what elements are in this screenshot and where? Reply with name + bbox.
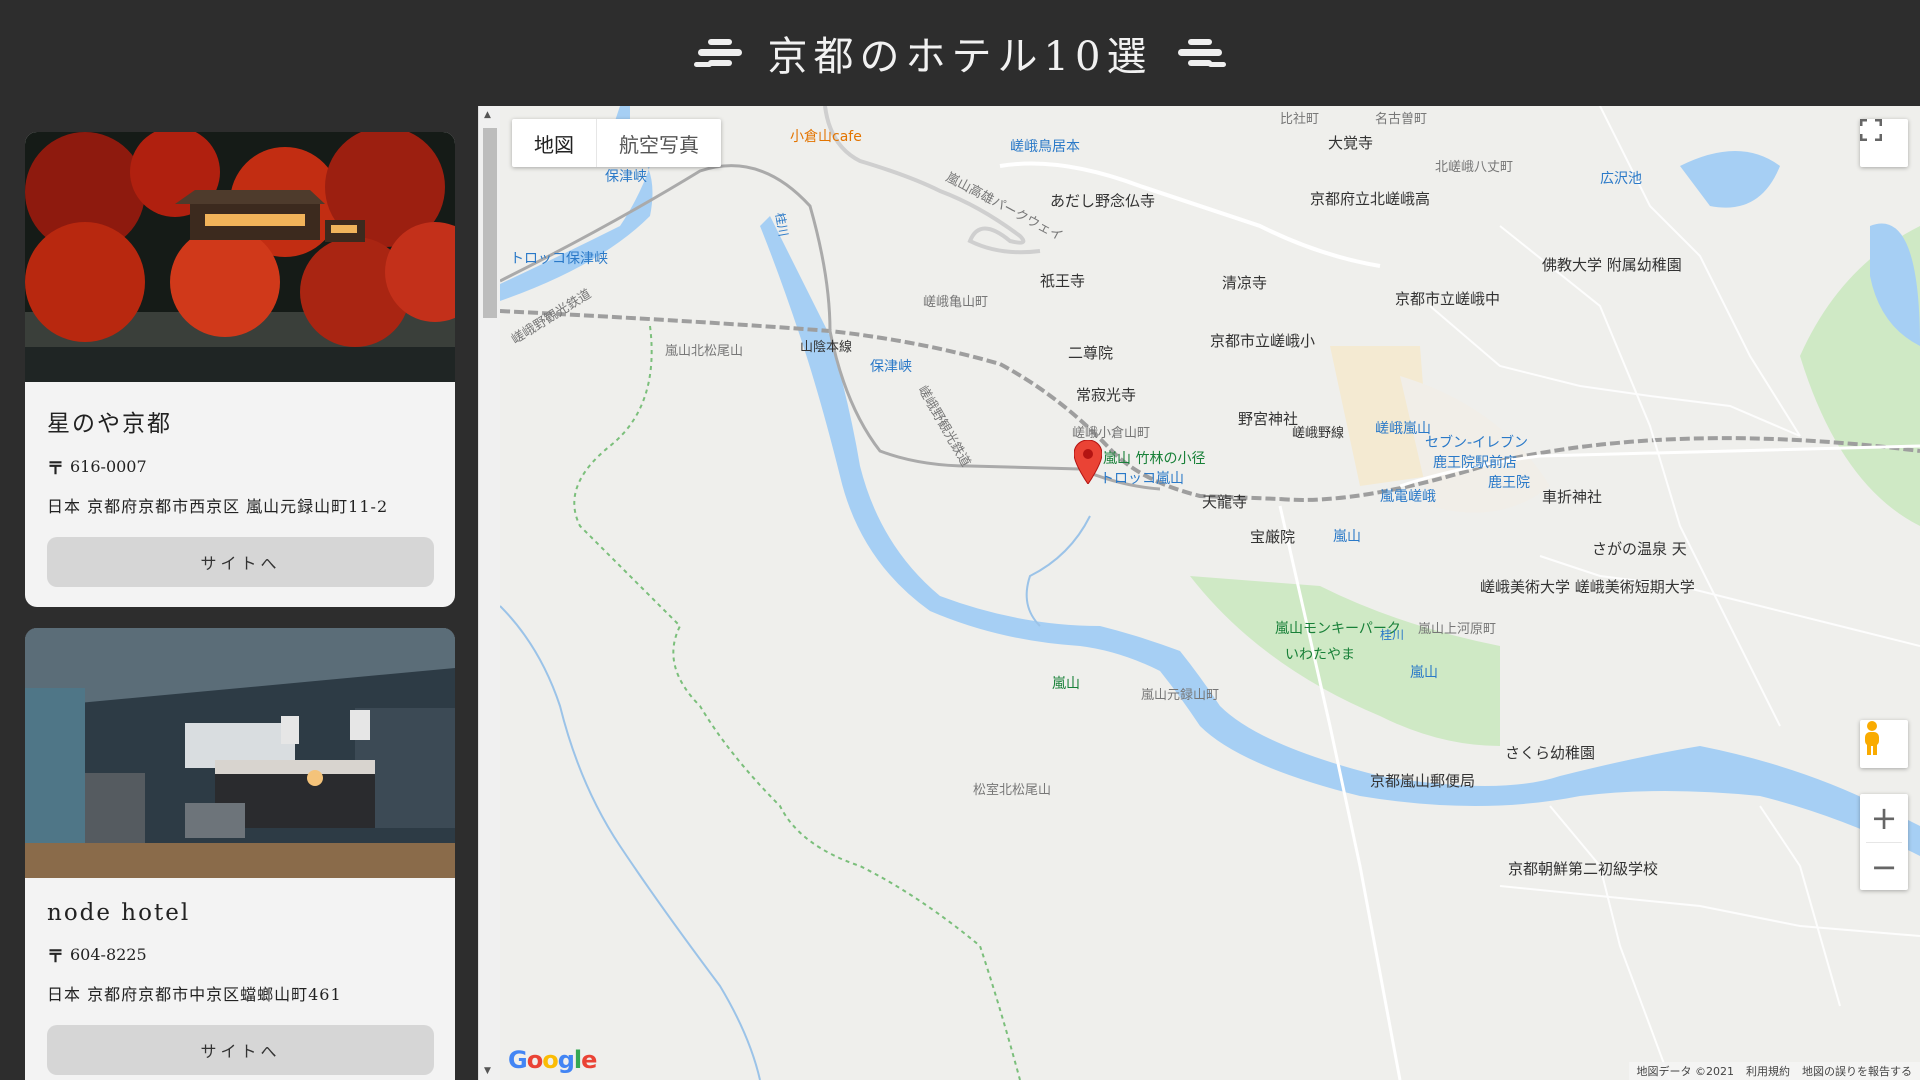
map-label[interactable]: トロッコ保津峡: [510, 248, 608, 268]
map-label[interactable]: 大覚寺: [1328, 132, 1373, 153]
map-label[interactable]: 嵐山 竹林の小径: [1103, 448, 1205, 468]
cloud-crest-icon: [1178, 39, 1227, 67]
site-button[interactable]: サイトへ: [47, 1025, 434, 1075]
scrollbar-thumb[interactable]: [483, 128, 497, 318]
map-label[interactable]: 京都嵐山郵便局: [1370, 770, 1475, 791]
map-label[interactable]: 嵐山: [1333, 526, 1361, 546]
map-label[interactable]: トロッコ嵐山: [1100, 468, 1184, 488]
zoom-out-button[interactable]: −: [1860, 843, 1908, 890]
page-title: 京都のホテル10選: [767, 34, 1153, 80]
map-label[interactable]: 嵐山: [1052, 673, 1080, 693]
map-label: 保津峡: [870, 359, 912, 375]
scrollbar[interactable]: ▲ ▼: [478, 106, 500, 1080]
zoom-control: + −: [1860, 794, 1908, 890]
postal-code: 〒 604-8225: [47, 942, 433, 967]
hotel-address: 日本 京都府京都市西京区 嵐山元録山町11-2: [47, 497, 389, 516]
map-label: 嵐山元録山町: [1141, 688, 1220, 703]
page-header: 京都のホテル10選: [0, 0, 1920, 106]
site-button[interactable]: サイトへ: [47, 537, 434, 587]
map-label[interactable]: 鹿王院: [1488, 472, 1530, 492]
map-label[interactable]: 宝厳院: [1250, 526, 1295, 547]
map-label[interactable]: 小倉山cafe: [790, 126, 862, 146]
hotel-list[interactable]: 星のや京都 〒 616-0007 日本 京都府京都市西京区 嵐山元録山町11-2 …: [0, 106, 478, 1080]
map-label: 松室北松尾山: [973, 783, 1052, 798]
map-label[interactable]: 野宮神社: [1238, 408, 1298, 429]
map-label[interactable]: 京都府立北嵯峨高: [1310, 188, 1430, 209]
postal-mark-icon: 〒: [47, 947, 64, 967]
map-label[interactable]: 車折神社: [1542, 486, 1602, 507]
hotel-name: node hotel: [47, 900, 191, 926]
map-label[interactable]: あだし野念仏寺: [1050, 190, 1155, 211]
hotel-photo: [25, 132, 455, 382]
map-label[interactable]: 京都市立嵯峨小: [1210, 330, 1315, 351]
map-label[interactable]: 二尊院: [1068, 342, 1113, 363]
map-label: 嵯峨亀山町: [923, 295, 989, 310]
map-label[interactable]: いわたやま: [1285, 644, 1355, 664]
map-label[interactable]: 祇王寺: [1040, 270, 1085, 291]
map-label[interactable]: 嵐山: [1410, 662, 1438, 682]
map-label[interactable]: 清凉寺: [1222, 272, 1267, 293]
hotel-photo: [25, 628, 455, 878]
map-data-credit: 地図データ ©2021: [1636, 1065, 1735, 1078]
map-label[interactable]: 広沢池: [1600, 168, 1642, 188]
map-label[interactable]: セブン-イレブン: [1425, 432, 1528, 452]
map-label: 名古曽町: [1375, 112, 1428, 127]
map-label[interactable]: 天龍寺: [1202, 491, 1247, 512]
map-label[interactable]: 鹿王院駅前店: [1433, 452, 1517, 472]
map-label[interactable]: 嵯峨美術大学 嵯峨美術短期大学: [1480, 576, 1695, 597]
map-label[interactable]: 保津峡: [605, 166, 647, 186]
map-label: 嵐山北松尾山: [665, 344, 744, 359]
pegman-icon: [1865, 721, 1879, 755]
map-label[interactable]: 嵯峨鳥居本: [1010, 136, 1080, 156]
report-error-link[interactable]: 地図の誤りを報告する: [1802, 1063, 1912, 1079]
map-label[interactable]: 京都朝鮮第二初級学校: [1508, 858, 1658, 879]
hotel-name: 星のや京都: [47, 411, 172, 437]
map-type-control[interactable]: 地図 航空写真: [512, 119, 721, 167]
terms-link[interactable]: 利用規約: [1746, 1063, 1790, 1079]
map-label[interactable]: さがの温泉 天: [1592, 538, 1687, 559]
map-label: 比社町: [1280, 112, 1320, 127]
map-label[interactable]: 嵯峨嵐山: [1375, 418, 1431, 438]
map-label[interactable]: 佛教大学 附属幼稚園: [1542, 254, 1682, 275]
fullscreen-icon: [1860, 119, 1882, 141]
hotel-location-marker[interactable]: [1074, 440, 1102, 484]
cloud-crest-icon: [693, 39, 742, 67]
postal-code: 〒 616-0007: [47, 454, 433, 479]
fullscreen-button[interactable]: [1860, 119, 1908, 167]
postal-code-value: 604-8225: [70, 945, 147, 964]
map-background: [500, 106, 1920, 1080]
google-logo: Google: [508, 1046, 597, 1074]
zoom-in-button[interactable]: +: [1860, 794, 1908, 842]
map-label: 桂川: [1380, 628, 1405, 642]
map-label: 嵯峨小倉山町: [1072, 426, 1151, 441]
street-view-pegman[interactable]: [1860, 720, 1908, 768]
postal-mark-icon: 〒: [47, 459, 64, 479]
postal-code-value: 616-0007: [70, 457, 147, 476]
map-label[interactable]: 常寂光寺: [1076, 384, 1136, 405]
scroll-up-icon[interactable]: ▲: [484, 110, 491, 120]
map-attribution: 地図データ ©2021 利用規約 地図の誤りを報告する: [1628, 1062, 1920, 1080]
map-label: 北嵯峨八丈町: [1435, 160, 1514, 175]
map-canvas[interactable]: 地図 航空写真 小倉山cafe 嵯峨鳥居本 嵐山高雄パークウェイ あだし野念仏寺…: [500, 106, 1920, 1080]
tab-satellite[interactable]: 航空写真: [596, 119, 721, 167]
map-label: 山陰本線: [800, 340, 853, 355]
hotel-card: 星のや京都 〒 616-0007 日本 京都府京都市西京区 嵐山元録山町11-2 …: [25, 132, 455, 607]
scroll-down-icon[interactable]: ▼: [484, 1066, 491, 1076]
map-label[interactable]: 京都市立嵯峨中: [1395, 288, 1500, 309]
hotel-card: node hotel 〒 604-8225 日本 京都府京都市中京区蟷螂山町461…: [25, 628, 455, 1080]
map-label[interactable]: 嵐電嵯峨: [1380, 486, 1436, 506]
map-label: 嵐山上河原町: [1418, 622, 1497, 637]
hotel-address: 日本 京都府京都市中京区蟷螂山町461: [47, 985, 342, 1004]
map-label[interactable]: さくら幼稚園: [1505, 742, 1595, 763]
map-label: 嵯峨野線: [1292, 426, 1345, 441]
tab-map[interactable]: 地図: [512, 119, 596, 167]
